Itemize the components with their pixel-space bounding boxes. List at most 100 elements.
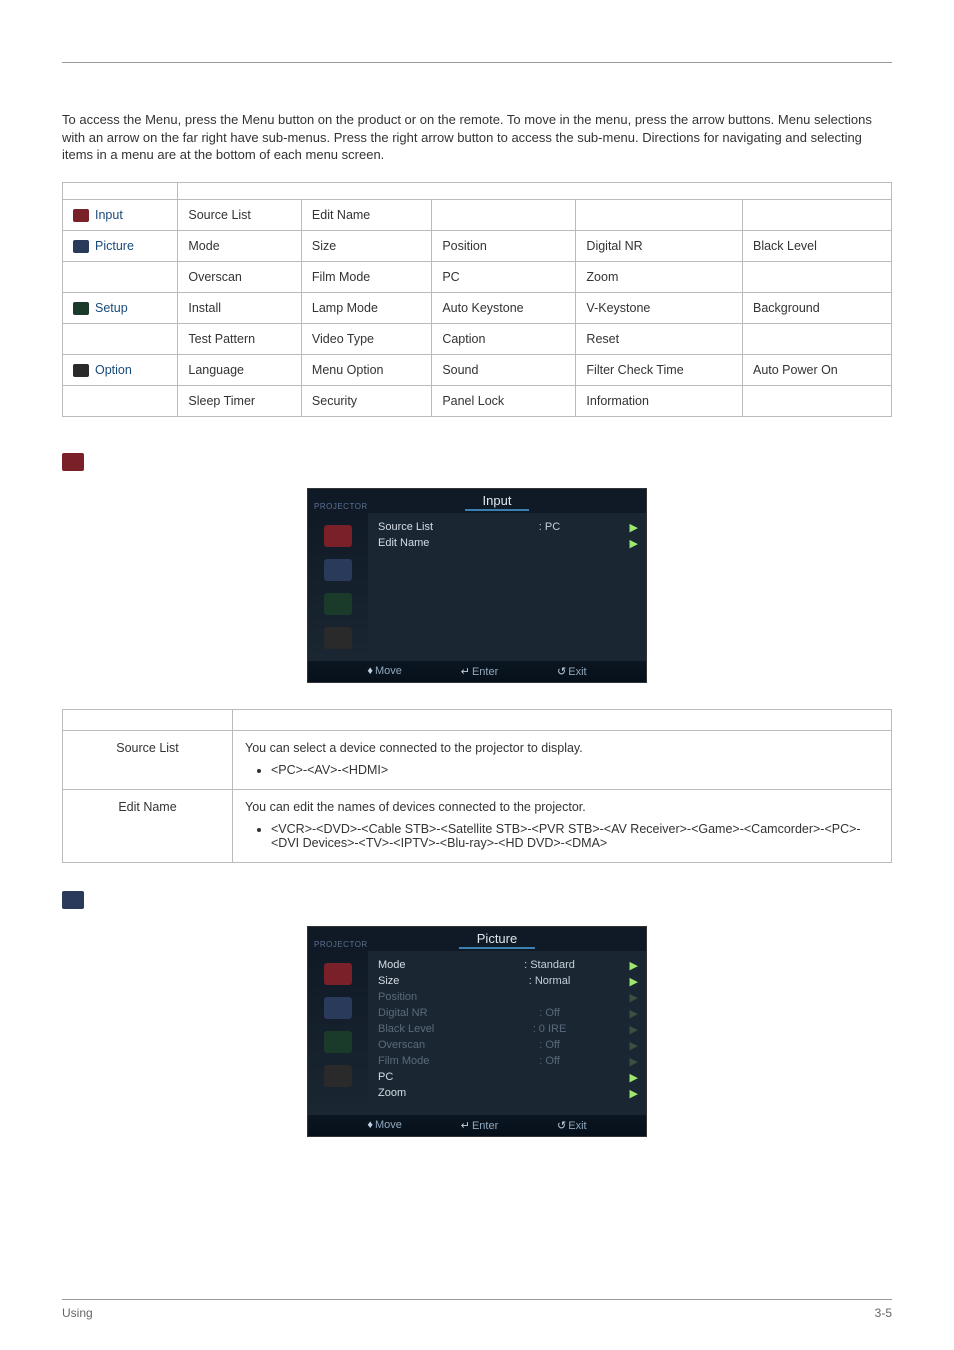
- picture-icon: [73, 240, 89, 253]
- menu-item-cell: [576, 199, 743, 230]
- osd-input-screenshot: PROJECTOR Input Source List: PC▶ Edit Nam…: [307, 488, 647, 683]
- osd-row-label: Mode: [378, 959, 473, 971]
- chevron-right-icon: ▶: [626, 537, 638, 550]
- menu-item-cell: Caption: [432, 324, 576, 355]
- osd-row-value: : Off: [473, 1055, 626, 1067]
- section-picture-icon-row: [62, 891, 892, 912]
- osd-picture-title: Picture: [459, 931, 535, 949]
- osd-tab-icon: [324, 997, 352, 1019]
- chevron-right-icon: ▶: [626, 1087, 638, 1100]
- osd-input-content: Source List: PC▶ Edit Name ▶: [368, 513, 646, 661]
- chevron-right-icon: ▶: [626, 959, 638, 972]
- osd-row-label: Zoom: [378, 1087, 473, 1099]
- menu-item-cell: Sleep Timer: [178, 386, 302, 417]
- menu-item-cell: Security: [301, 386, 431, 417]
- menu-item-cell: Auto Power On: [742, 355, 891, 386]
- menu-category-cell: [63, 386, 178, 417]
- menu-item-cell: Test Pattern: [178, 324, 302, 355]
- menu-item-cell: Reset: [576, 324, 743, 355]
- menu-item-cell: Auto Keystone: [432, 293, 576, 324]
- osd-row-label: Overscan: [378, 1039, 473, 1051]
- chevron-right-icon: ▶: [626, 1055, 638, 1068]
- menu-item-cell: PC: [432, 262, 576, 293]
- chevron-right-icon: ▶: [626, 1007, 638, 1020]
- menu-category-cell: Option: [63, 355, 178, 386]
- menu-category-cell: Input: [63, 199, 178, 230]
- osd-row-value: : Off: [473, 1039, 626, 1051]
- osd-tab-icon: [324, 1031, 352, 1053]
- chevron-right-icon: ▶: [626, 1071, 638, 1084]
- menu-item-cell: [742, 324, 891, 355]
- chevron-right-icon: ▶: [626, 1023, 638, 1036]
- menu-item-cell: Menu Option: [301, 355, 431, 386]
- osd-row-label: Edit Name: [378, 537, 473, 549]
- menu-item-cell: Information: [576, 386, 743, 417]
- menu-item-cell: Film Mode: [301, 262, 431, 293]
- menu-overview-table: InputSource ListEdit NamePictureModeSize…: [62, 182, 892, 418]
- chevron-right-icon: ▶: [626, 521, 638, 534]
- footer-page-number: 3-5: [875, 1306, 892, 1320]
- menu-item-cell: [432, 199, 576, 230]
- option-icon: [73, 364, 89, 377]
- osd-picture-tabs: [308, 951, 368, 1115]
- osd-row-label: Position: [378, 991, 473, 1003]
- osd-row-value: : Off: [473, 1007, 626, 1019]
- top-rule: [62, 62, 892, 63]
- setup-icon: [73, 302, 89, 315]
- menu-category-label: Input: [95, 208, 123, 222]
- intro-paragraph: To access the Menu, press the Menu butto…: [62, 111, 892, 164]
- osd-footer: ♦Move ↵Enter ↺Exit: [308, 1115, 646, 1136]
- osd-picture-screenshot: PROJECTOR Picture Mode: Standard▶Size: N…: [307, 926, 647, 1137]
- menu-item-cell: Panel Lock: [432, 386, 576, 417]
- menu-item-cell: [742, 262, 891, 293]
- osd-footer: ♦Move ↵Enter ↺Exit: [308, 661, 646, 682]
- chevron-right-icon: ▶: [626, 991, 638, 1004]
- menu-item-cell: Install: [178, 293, 302, 324]
- osd-row-value: : PC: [473, 521, 626, 533]
- chevron-right-icon: ▶: [626, 975, 638, 988]
- chevron-right-icon: ▶: [626, 1039, 638, 1052]
- menu-item-cell: Filter Check Time: [576, 355, 743, 386]
- menu-item-cell: [742, 386, 891, 417]
- desc-row-body: You can select a device connected to the…: [233, 731, 892, 790]
- desc-row-body: You can edit the names of devices connec…: [233, 790, 892, 863]
- osd-input-title: Input: [465, 493, 530, 511]
- osd-picture-content: Mode: Standard▶Size: Normal▶Position▶Dig…: [368, 951, 646, 1115]
- menu-item-cell: Lamp Mode: [301, 293, 431, 324]
- section-input-icon-row: [62, 453, 892, 474]
- menu-category-cell: Setup: [63, 293, 178, 324]
- osd-row-value: : 0 IRE: [473, 1023, 626, 1035]
- osd-row-value: : Normal: [473, 975, 626, 987]
- osd-row-value: : Standard: [473, 959, 626, 971]
- osd-row-label: Size: [378, 975, 473, 987]
- menu-item-cell: Background: [742, 293, 891, 324]
- desc-bullet: <VCR>-<DVD>-<Cable STB>-<Satellite STB>-…: [271, 822, 879, 850]
- osd-tab-icon: [324, 963, 352, 985]
- osd-tab-icon: [324, 627, 352, 649]
- osd-row-label: PC: [378, 1071, 473, 1083]
- menu-item-cell: [742, 199, 891, 230]
- input-icon: [62, 453, 84, 471]
- menu-category-label: Option: [95, 363, 132, 377]
- menu-category-label: Setup: [95, 301, 128, 315]
- osd-tab-icon: [324, 525, 352, 547]
- menu-item-cell: Overscan: [178, 262, 302, 293]
- osd-row-label: Digital NR: [378, 1007, 473, 1019]
- osd-logo: PROJECTOR: [308, 936, 368, 951]
- menu-item-cell: Language: [178, 355, 302, 386]
- osd-tab-icon: [324, 593, 352, 615]
- menu-category-cell: [63, 324, 178, 355]
- menu-item-cell: Sound: [432, 355, 576, 386]
- menu-item-cell: V-Keystone: [576, 293, 743, 324]
- desc-row-name: Source List: [63, 731, 233, 790]
- menu-item-cell: Edit Name: [301, 199, 431, 230]
- osd-row-label: Source List: [378, 521, 473, 533]
- osd-logo: PROJECTOR: [308, 498, 368, 513]
- menu-category-cell: Picture: [63, 230, 178, 261]
- menu-item-cell: Mode: [178, 230, 302, 261]
- footer-section: Using: [62, 1306, 93, 1320]
- menu-item-cell: Size: [301, 230, 431, 261]
- osd-row-label: Black Level: [378, 1023, 473, 1035]
- menu-item-cell: Zoom: [576, 262, 743, 293]
- desc-bullet: <PC>-<AV>-<HDMI>: [271, 763, 879, 777]
